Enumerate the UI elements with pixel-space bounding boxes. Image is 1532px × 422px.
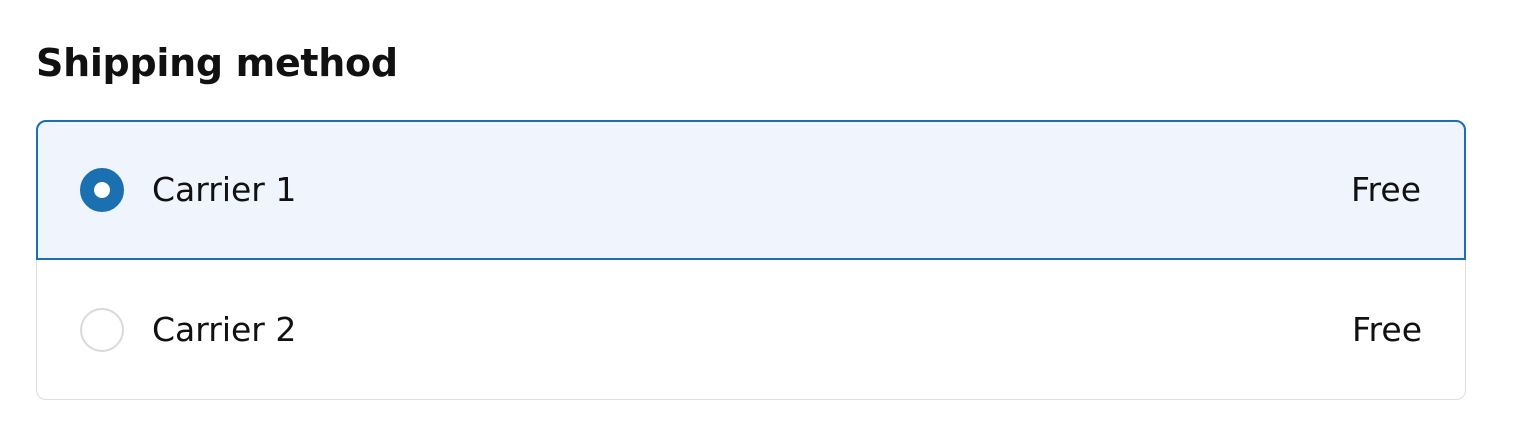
option-price: Free xyxy=(1351,310,1422,349)
section-title: Shipping method xyxy=(36,41,398,85)
shipping-options-group: Carrier 1 Free Carrier 2 Free xyxy=(36,120,1466,400)
shipping-option-carrier-2[interactable]: Carrier 2 Free xyxy=(36,260,1466,400)
option-label: Carrier 2 xyxy=(152,310,297,349)
shipping-option-carrier-1[interactable]: Carrier 1 Free xyxy=(36,120,1466,260)
option-price: Free xyxy=(1350,170,1421,209)
option-label: Carrier 1 xyxy=(152,170,297,209)
radio-unselected-icon[interactable] xyxy=(80,308,124,352)
radio-selected-icon[interactable] xyxy=(80,168,124,212)
